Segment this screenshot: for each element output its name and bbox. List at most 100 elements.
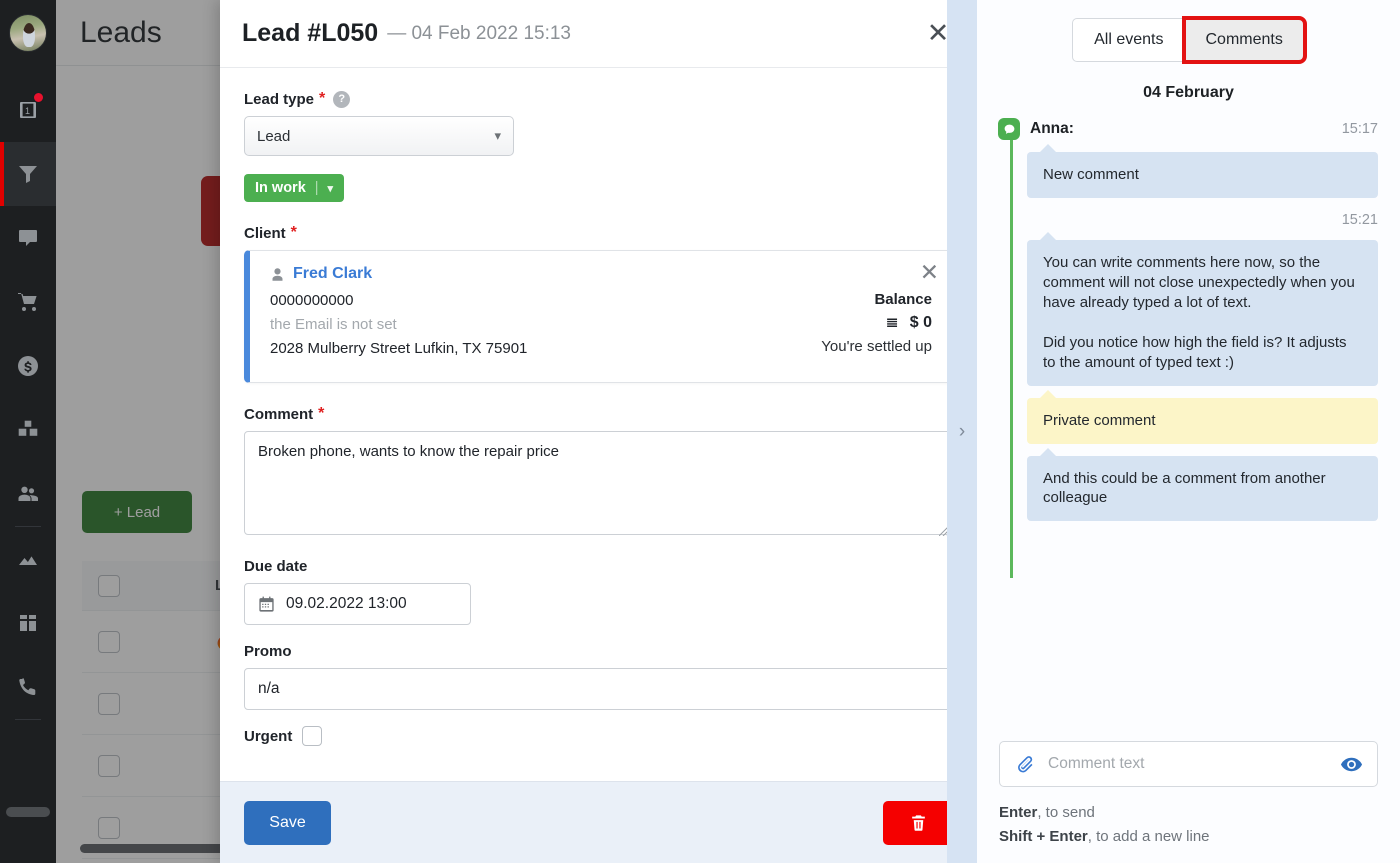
cut-off-field-label: Urgent (244, 727, 293, 745)
rail-item-calls[interactable] (0, 655, 56, 719)
svg-text:1: 1 (25, 106, 30, 116)
app-root: 1 Leads + Lead Lead #L050 — 04 Feb 2022 … (0, 0, 1400, 863)
message-author: Anna: (1030, 120, 1074, 137)
rail-scroll-thumb[interactable] (6, 807, 50, 817)
rail-item-funnel[interactable] (0, 142, 56, 206)
tab-all-events[interactable]: All events (1073, 19, 1185, 61)
chevron-down-icon: ▾ (327, 182, 334, 195)
comment-textarea[interactable] (244, 431, 953, 535)
field-label-text: Promo (244, 643, 292, 660)
client-card: Fred Clark 0000000000 the Email is not s… (244, 250, 953, 383)
save-button[interactable]: Save (244, 800, 331, 845)
field-label-text: Due date (244, 558, 308, 575)
lead-type-label: Lead type * ? (244, 90, 953, 108)
hint-enter: Enter, to send (999, 801, 1378, 825)
lead-detail-modal: Lead #L050 — 04 Feb 2022 15:13 ✕ Lead ty… (220, 0, 977, 863)
comment-bubble[interactable]: And this could be a comment from another… (1027, 447, 1378, 522)
private-comment-bubble[interactable]: Private comment (1027, 389, 1378, 444)
remove-client-icon[interactable]: ✕ (920, 261, 939, 284)
rail-item-reports[interactable] (0, 527, 56, 591)
client-name[interactable]: Fred Clark (293, 265, 372, 283)
left-nav-rail: 1 (0, 0, 56, 863)
balance-amount-row: $ 0 (736, 314, 932, 332)
dollar-circle-icon (18, 356, 38, 376)
person-icon (272, 267, 283, 281)
user-avatar[interactable] (9, 14, 47, 52)
cart-icon (18, 293, 37, 311)
rail-item-finance[interactable] (0, 334, 56, 398)
paperclip-icon (1018, 755, 1033, 772)
promo-input[interactable]: n/a (244, 668, 953, 710)
status-badge[interactable]: In work | ▾ (244, 174, 345, 202)
cut-off-field-row[interactable]: Urgent (244, 726, 953, 746)
tab-comments[interactable]: Comments (1181, 16, 1307, 64)
notification-badge-dot (33, 92, 44, 103)
activity-panel: All events Comments 04 February Anna: 15… (977, 0, 1400, 863)
modal-subtitle-date: — 04 Feb 2022 15:13 (387, 22, 571, 44)
modal-header: Lead #L050 — 04 Feb 2022 15:13 ✕ (220, 0, 977, 68)
status-separator: | (314, 180, 319, 196)
rail-item-inventory[interactable] (0, 398, 56, 462)
balance-label: Balance (874, 291, 932, 308)
comment-bubble[interactable]: New comment (1027, 144, 1378, 198)
hint-text: , to send (1037, 804, 1095, 821)
due-date-value: 09.02.2022 13:00 (286, 595, 407, 612)
chevron-right-icon[interactable]: › (959, 421, 965, 443)
rail-item-orders[interactable] (0, 270, 56, 334)
chat-box-icon (19, 230, 37, 246)
client-label: Client * (244, 224, 953, 242)
required-asterisk: * (290, 224, 297, 241)
field-label-text: Lead type (244, 90, 315, 108)
composer-hints: Enter, to send Shift + Enter, to add a n… (999, 801, 1378, 849)
client-balance: Balance $ 0 You're settled up (736, 265, 936, 364)
status-label: In work (255, 180, 306, 196)
comment-input-placeholder: Comment text (1048, 755, 1145, 772)
field-label-text: Comment (244, 405, 314, 423)
lead-type-value: Lead (257, 127, 291, 145)
people-icon (18, 486, 38, 501)
rail-item-inbox[interactable]: 1 (0, 78, 56, 142)
day-separator-label: 04 February (1143, 84, 1234, 101)
rail-item-clients[interactable] (0, 462, 56, 526)
comment-bubble-icon (998, 118, 1020, 140)
client-name-row[interactable]: Fred Clark (270, 265, 736, 283)
client-email: the Email is not set (270, 316, 397, 333)
cash-stack-icon (886, 318, 897, 327)
required-asterisk: * (318, 405, 325, 422)
cut-off-checkbox[interactable] (302, 726, 323, 746)
due-date-input[interactable]: 09.02.2022 13:00 (244, 583, 471, 625)
activity-tabs-row: All events Comments (977, 0, 1400, 64)
rail-item-dashboard[interactable] (0, 591, 56, 655)
rail-item-messages[interactable] (0, 206, 56, 270)
delete-button[interactable] (883, 800, 953, 845)
message-time: 15:21 (1341, 211, 1378, 228)
comment-input-box[interactable]: Comment text (999, 741, 1378, 787)
hint-key: Shift + Enter (999, 828, 1088, 845)
modal-body: Lead type * ? Lead ▾ In work | ▾ Client … (220, 68, 977, 781)
help-icon[interactable]: ? (333, 90, 351, 108)
client-info: Fred Clark 0000000000 the Email is not s… (270, 265, 736, 364)
thread-timeline-line (1010, 134, 1013, 578)
lead-type-select[interactable]: Lead ▾ (244, 116, 514, 156)
message-time: 15:17 (1341, 121, 1378, 137)
comment-bubble[interactable]: You can write comments here now, so the … (1027, 231, 1378, 386)
hint-key: Enter (999, 804, 1038, 821)
comment-textarea-wrap (244, 431, 953, 540)
grid-icon (20, 615, 36, 631)
boxes-icon (18, 420, 38, 436)
modal-footer: Save (220, 781, 977, 863)
eye-icon (1340, 757, 1363, 771)
client-address: 2028 Mulberry Street Lufkin, TX 75901 (270, 340, 528, 357)
rail-divider-bottom (15, 719, 41, 720)
activity-tabs: All events Comments (1072, 16, 1307, 64)
calendar-icon (259, 596, 274, 612)
comment-composer: Comment text Enter, to send Shift + Ente… (977, 741, 1400, 863)
chart-icon (19, 556, 37, 565)
comment-label: Comment * (244, 405, 953, 423)
trash-icon (911, 815, 925, 831)
client-phone: 0000000000 (270, 292, 354, 309)
panel-splitter[interactable]: › (947, 0, 977, 863)
hint-text: , to add a new line (1087, 828, 1210, 845)
message-author-row: Anna: 15:17 (998, 118, 1378, 140)
hint-shift-enter: Shift + Enter, to add a new line (999, 825, 1378, 849)
